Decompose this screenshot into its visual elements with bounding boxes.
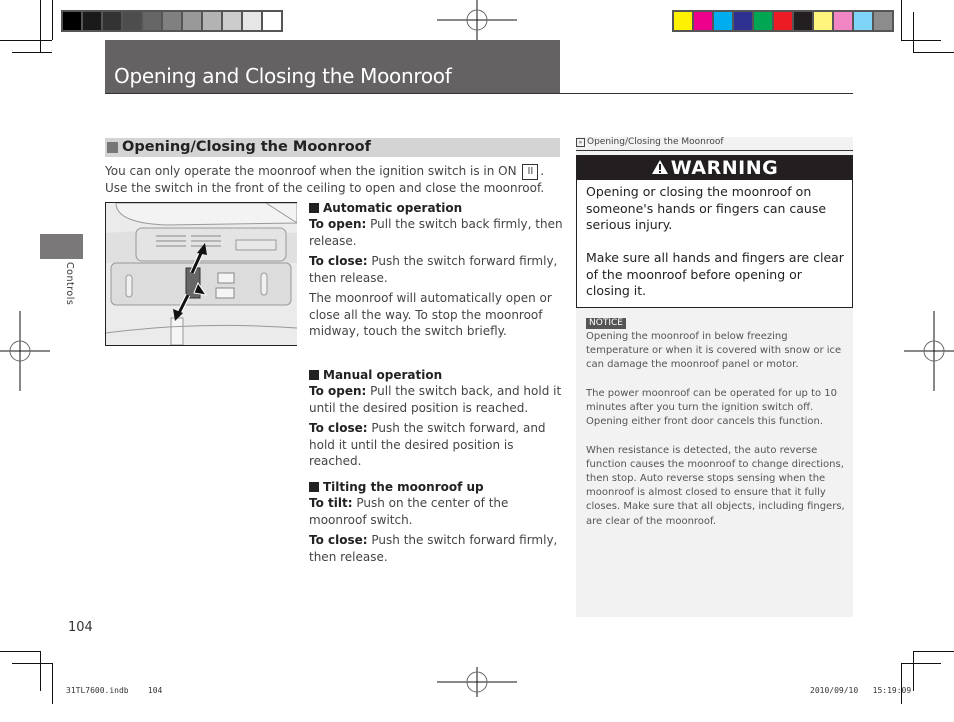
color-swatch	[774, 12, 792, 30]
warning-header: WARNING	[577, 156, 852, 180]
sidebar-reference-text: Opening/Closing the Moonroof	[587, 137, 724, 147]
warning-triangle-icon	[651, 160, 668, 174]
tilt-instruction: To tilt: Push on the center of the moonr…	[309, 495, 565, 528]
slug-file: 31TL7600.indb 104	[66, 686, 162, 695]
color-swatch	[854, 12, 872, 30]
color-swatch	[103, 12, 121, 30]
tilting-heading: Tilting the moonroof up	[309, 479, 565, 495]
sidebar-rule	[576, 150, 853, 151]
open-label: To open:	[309, 384, 367, 398]
tilting-heading-text: Tilting the moonroof up	[323, 480, 484, 494]
grayscale-color-bar	[61, 10, 283, 32]
color-swatch	[794, 12, 812, 30]
color-swatch	[814, 12, 832, 30]
slug-filename: 31TL7600.indb	[66, 686, 129, 695]
page-title: Opening and Closing the Moonroof	[114, 64, 452, 88]
color-swatch	[714, 12, 732, 30]
open-label: To open:	[309, 217, 367, 231]
close-label: To close:	[309, 254, 368, 268]
intro-paragraph: You can only operate the moonroof when t…	[105, 163, 565, 197]
color-swatch	[263, 12, 281, 30]
close-label: To close:	[309, 533, 368, 547]
manual-operation-heading: Manual operation	[309, 367, 565, 383]
color-swatch	[143, 12, 161, 30]
warning-title: WARNING	[670, 157, 779, 179]
color-swatch	[834, 12, 852, 30]
reference-arrow-icon: »	[576, 138, 585, 147]
color-swatch	[734, 12, 752, 30]
chapter-tab-label: Controls	[64, 262, 75, 306]
automatic-close-instruction: To close: Push the switch forward firmly…	[309, 253, 565, 286]
bullet-square-icon	[309, 482, 319, 492]
warning-paragraph: Opening or closing the moonroof on someo…	[586, 184, 827, 232]
section-square-icon	[107, 142, 118, 153]
color-swatch	[694, 12, 712, 30]
notice-text: Opening the moonroof in below freezing t…	[586, 331, 842, 371]
warning-paragraph: Make sure all hands and fingers are clea…	[586, 250, 844, 298]
manual-operation-section: Manual operation To open: Pull the switc…	[309, 367, 565, 474]
registration-mark-left	[0, 311, 50, 391]
section-heading: Opening/Closing the Moonroof	[105, 138, 560, 157]
automatic-operation-section: Automatic operation To open: Pull the sw…	[309, 200, 565, 344]
color-swatch	[83, 12, 101, 30]
color-swatch	[874, 12, 892, 30]
moonroof-switch-illustration	[105, 202, 297, 346]
sidebar-note: The power moonroof can be operated for u…	[586, 387, 838, 428]
sidebar-notes: Opening the moonroof in below freezing t…	[586, 330, 848, 543]
page-number: 104	[68, 620, 93, 635]
automatic-operation-heading-text: Automatic operation	[323, 201, 463, 215]
color-swatch	[754, 12, 772, 30]
notice-badge: NOTICE	[586, 318, 626, 329]
title-rule	[105, 93, 853, 94]
sidebar-reference: » Opening/Closing the Moonroof	[576, 136, 853, 149]
tilt-close-instruction: To close: Push the switch forward firmly…	[309, 532, 565, 565]
automatic-operation-heading: Automatic operation	[309, 200, 565, 216]
color-swatch	[163, 12, 181, 30]
ignition-position-badge: II	[522, 164, 539, 180]
section-heading-text: Opening/Closing the Moonroof	[122, 139, 371, 155]
intro-text-start: You can only operate the moonroof when t…	[105, 164, 517, 178]
bullet-square-icon	[309, 370, 319, 380]
sidebar-note: When resistance is detected, the auto re…	[586, 444, 845, 527]
warning-body: Opening or closing the moonroof on someo…	[586, 184, 846, 316]
process-color-bar	[672, 10, 894, 32]
manual-open-instruction: To open: Pull the switch back, and hold …	[309, 383, 565, 416]
slug-date: 2010/09/10	[810, 686, 859, 695]
warning-box: WARNING Opening or closing the moonroof …	[576, 155, 853, 308]
close-label: To close:	[309, 421, 368, 435]
bullet-square-icon	[309, 203, 319, 213]
color-swatch	[223, 12, 241, 30]
color-swatch	[183, 12, 201, 30]
tilting-section: Tilting the moonroof up To tilt: Push on…	[309, 479, 565, 569]
slug-time: 15:19:09	[872, 686, 912, 695]
chapter-tab	[40, 234, 83, 259]
color-swatch	[203, 12, 221, 30]
slug-page: 104	[147, 686, 163, 695]
color-swatch	[123, 12, 141, 30]
color-swatch	[63, 12, 81, 30]
color-swatch	[674, 12, 692, 30]
slug-timestamp: 2010/09/10 15:19:09	[810, 686, 911, 695]
automatic-note: The moonroof will automatically open or …	[309, 291, 552, 338]
registration-mark-bottom	[437, 667, 517, 697]
automatic-open-instruction: To open: Pull the switch back firmly, th…	[309, 216, 565, 249]
color-swatch	[243, 12, 261, 30]
manual-operation-heading-text: Manual operation	[323, 368, 443, 382]
manual-close-instruction: To close: Push the switch forward, and h…	[309, 420, 565, 470]
registration-mark-right	[904, 311, 954, 391]
tilt-label: To tilt:	[309, 496, 353, 510]
